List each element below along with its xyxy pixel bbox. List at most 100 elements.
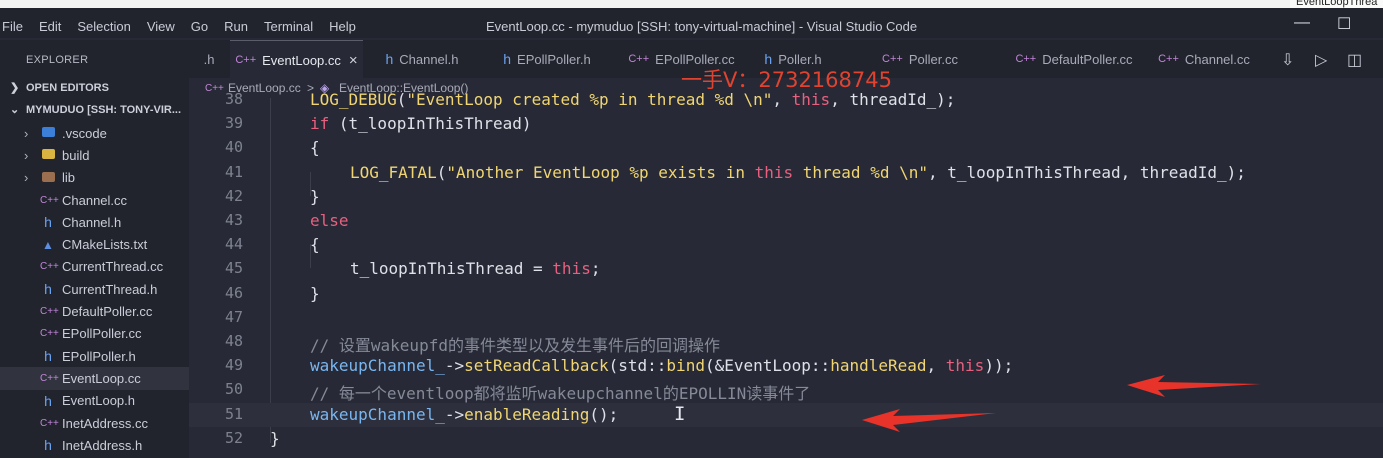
menu-view[interactable]: View	[147, 19, 175, 34]
file-tree-item[interactable]: C++ Channel.cc	[0, 189, 189, 211]
tab-label: Channel.h	[399, 51, 459, 67]
run-icon[interactable]: ▷	[1315, 50, 1327, 70]
folder-icon	[40, 148, 56, 162]
file-tree-item[interactable]: C++ InetAddress.cc	[0, 412, 189, 434]
tab-defaultpoller-cc[interactable]: C++ DefaultPoller.cc	[1003, 40, 1145, 78]
code-line[interactable]: 45 t_loopInThisThread = this;	[189, 257, 1383, 281]
cpp-file-icon: C++	[40, 194, 59, 206]
file-tree-item[interactable]: › .vscode	[0, 122, 189, 144]
chevron-right-icon: ›	[24, 147, 29, 163]
line-number: 45	[224, 259, 243, 278]
top-strip	[0, 0, 1383, 8]
file-tree-item[interactable]: h Channel.h	[0, 211, 189, 233]
file-tree-item[interactable]: h CurrentThread.h	[0, 278, 189, 300]
line-number: 41	[224, 162, 243, 181]
code-line[interactable]: 46}	[189, 282, 1383, 306]
file-tree-item[interactable]: h EventLoop.h	[0, 390, 189, 412]
chevron-right-icon: ›	[24, 125, 29, 141]
cpp-file-icon: C++	[40, 417, 59, 429]
cpp-file-icon: C++	[1158, 53, 1179, 65]
code-text: }	[310, 283, 320, 303]
tab-channel-cc[interactable]: C++ Channel.cc	[1151, 40, 1257, 78]
code-text: // 设置wakeupfd的事件类型以及发生事件后的回调操作	[310, 336, 720, 355]
tab-channel-h[interactable]: h Channel.h	[365, 40, 479, 78]
file-tree-label: Channel.cc	[62, 192, 128, 208]
red-arrow-annotation	[1127, 375, 1261, 397]
file-tree-item[interactable]: h InetAddress.h	[0, 434, 189, 456]
line-number: 49	[224, 356, 243, 375]
menu-edit[interactable]: Edit	[39, 19, 61, 34]
lib-folder-icon	[40, 171, 56, 185]
tab-label: DefaultPoller.cc	[1042, 51, 1133, 67]
line-number: 47	[224, 307, 243, 326]
file-tree-item[interactable]: ▲ CMakeLists.txt	[0, 233, 189, 255]
tab-label: EPollPoller.h	[517, 51, 591, 67]
menu-terminal[interactable]: Terminal	[264, 19, 313, 34]
minimize-button[interactable]: —	[1294, 14, 1310, 32]
code-line[interactable]: 40 {	[189, 136, 1383, 160]
code-line[interactable]: 52}	[189, 427, 1383, 451]
line-number: 43	[224, 211, 243, 229]
open-editors-label: OPEN EDITORS	[26, 82, 109, 94]
tab-epollpoller-h[interactable]: h EPollPoller.h	[487, 40, 607, 78]
file-tree-label: DefaultPoller.cc	[62, 304, 153, 320]
file-tree-item[interactable]: › lib	[0, 167, 189, 189]
file-tree-item[interactable]: C++ CurrentThread.cc	[0, 256, 189, 278]
tab-label: Channel.cc	[1184, 51, 1250, 67]
cpp-file-icon: C++	[40, 261, 59, 273]
file-tree-item[interactable]: h EPollPoller.h	[0, 345, 189, 367]
file-tree-label: .vscode	[62, 125, 107, 141]
code-text: {	[310, 235, 320, 255]
menu-selection[interactable]: Selection	[77, 19, 130, 34]
code-line[interactable]: 42}	[189, 185, 1383, 209]
code-editor[interactable]: 38 LOG_DEBUG("EventLoop created %p in thr…	[189, 90, 1383, 458]
menu-bar: File Edit Selection View Go Run Terminal…	[0, 19, 372, 34]
compare-icon[interactable]: ⇩	[1281, 50, 1294, 70]
code-text: }	[310, 186, 320, 206]
line-number: 44	[224, 235, 243, 254]
file-tree-item[interactable]: › build	[0, 144, 189, 166]
line-number: 50	[224, 380, 243, 399]
line-number: 51	[224, 404, 243, 423]
code-line[interactable]: 51 wakeupChannel_->enableReading();	[189, 402, 1383, 427]
code-text: t_loopInThisThread = this;	[350, 259, 601, 279]
header-file-icon: h	[503, 51, 512, 67]
file-tree-label: lib	[62, 170, 76, 186]
menu-file[interactable]: File	[2, 19, 23, 34]
code-text: wakeupChannel_->enableReading();	[310, 404, 619, 424]
menu-help[interactable]: Help	[329, 19, 356, 34]
file-tree-label: InetAddress.h	[62, 437, 143, 453]
code-line[interactable]: 41 LOG_FATAL("Another EventLoop %p exists…	[189, 161, 1383, 185]
code-line[interactable]: 43 else	[189, 209, 1383, 233]
cpp-file-icon: C++	[40, 306, 59, 318]
code-text: }	[270, 428, 280, 448]
file-tree-item[interactable]: C++ EventLoop.cc	[0, 367, 189, 390]
file-tree-item[interactable]: C++ EPollPoller.cc	[0, 323, 189, 345]
workspace-label: MYMUDUO [SSH: TONY-VIR...	[26, 104, 182, 116]
red-arrow-annotation	[862, 409, 996, 432]
menu-go[interactable]: Go	[191, 19, 208, 34]
code-text: LOG_FATAL("Another EventLoop %p exists i…	[350, 162, 1246, 182]
close-icon[interactable]: ×	[349, 52, 358, 69]
code-line[interactable]: 44 {	[189, 233, 1383, 257]
file-tree-label: EventLoop.h	[62, 393, 136, 409]
cpp-file-icon: C++	[40, 372, 59, 384]
code-line[interactable]: 47	[189, 306, 1383, 330]
code-text: {	[310, 138, 320, 158]
file-tree-item[interactable]: C++ DefaultPoller.cc	[0, 300, 189, 322]
header-file-icon: h	[44, 214, 52, 231]
chevron-down-icon: ⌄	[10, 104, 20, 116]
file-tree-label: CMakeLists.txt	[62, 237, 148, 253]
explorer-title: EXPLORER	[26, 54, 89, 66]
maximize-button[interactable]: ☐	[1337, 14, 1351, 34]
split-editor-icon[interactable]: ◫	[1347, 50, 1362, 70]
menu-run[interactable]: Run	[224, 19, 248, 34]
tab--h[interactable]: .h	[189, 40, 229, 78]
file-tree-label: CurrentThread.cc	[62, 259, 164, 275]
code-line[interactable]: 48 // 设置wakeupfd的事件类型以及发生事件后的回调操作	[189, 330, 1383, 355]
code-line[interactable]: 39 if (t_loopInThisThread)	[189, 112, 1383, 136]
tab-poller-cc[interactable]: C++ Poller.cc	[881, 40, 959, 78]
tab-eventloop-cc[interactable]: C++ EventLoop.cc ×	[230, 40, 363, 79]
explorer-sidebar: EXPLORER ❯ OPEN EDITORS ⌄ MYMUDUO [SSH: …	[0, 40, 189, 458]
code-line[interactable]: 38 LOG_DEBUG("EventLoop created %p in thr…	[189, 88, 1383, 112]
